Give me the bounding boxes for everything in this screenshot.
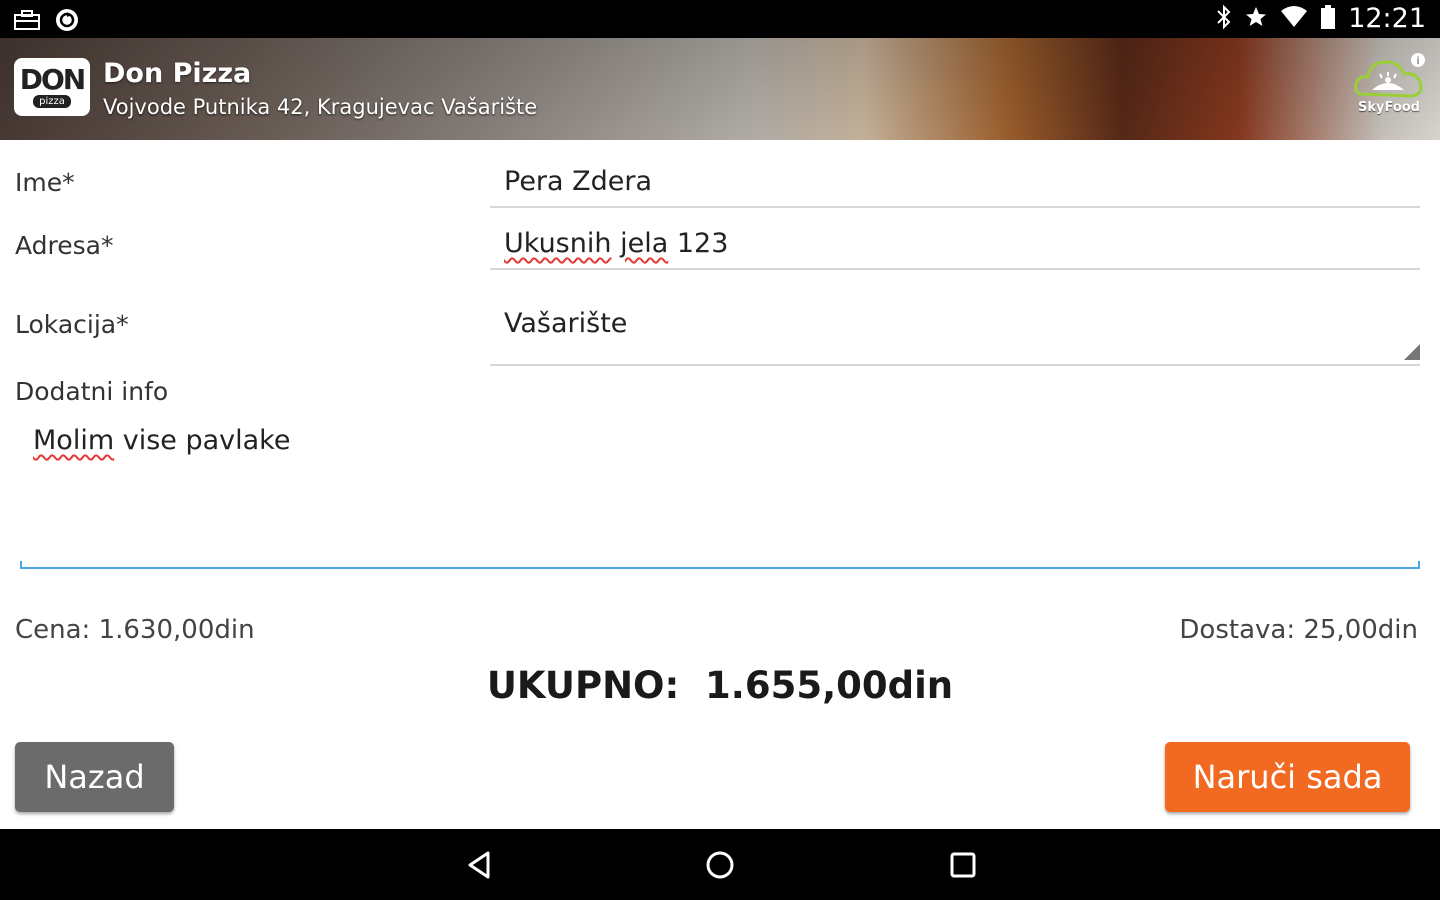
home-icon[interactable] <box>702 847 738 883</box>
name-value: Pera Zdera <box>504 166 653 197</box>
order-now-button[interactable]: Naruči sada <box>1165 742 1410 812</box>
restaurant-name: Don Pizza <box>103 58 252 89</box>
price-text: Cena: 1.630,00din <box>15 615 255 645</box>
restaurant-address: Vojvode Putnika 42, Kragujevac Vašarište <box>103 95 538 119</box>
logo-sub-text: pizza <box>33 95 71 108</box>
address-label: Adresa* <box>15 231 114 260</box>
info-label: Dodatni info <box>15 377 169 406</box>
info-word: vise pavlake <box>122 425 291 456</box>
info-textarea-value[interactable]: Molim vise pavlake <box>33 425 290 456</box>
navigation-bar <box>0 829 1440 900</box>
location-dropdown[interactable]: Vašarište <box>490 290 1420 366</box>
skyfood-label: SkyFood <box>1357 100 1420 115</box>
logo-main-text: DON <box>19 63 86 96</box>
address-word-misspelled: jela <box>620 228 669 259</box>
dropdown-triangle-icon <box>1404 344 1420 360</box>
bluetooth-icon <box>1216 4 1232 34</box>
address-word-misspelled: Ukusnih <box>504 228 612 259</box>
back-button[interactable]: Nazad <box>15 742 174 812</box>
name-label: Ime* <box>15 168 75 197</box>
briefcase-icon <box>14 9 40 35</box>
wifi-icon <box>1280 5 1308 33</box>
info-textarea-underline <box>20 561 1420 569</box>
location-value: Vašarište <box>504 308 628 339</box>
address-field[interactable]: Ukusnih jela 123 <box>490 216 1420 270</box>
delivery-text: Dostava: 25,00din <box>1179 615 1418 645</box>
address-word: 123 <box>676 228 729 259</box>
restaurant-header: DON pizza Don Pizza Vojvode Putnika 42, … <box>0 38 1440 140</box>
skyfood-badge[interactable]: i SkyFood <box>1350 50 1428 122</box>
address-value: Ukusnih jela 123 <box>504 228 728 259</box>
total-value: UKUPNO: 1.655,00din <box>486 664 954 707</box>
recents-icon[interactable] <box>945 847 981 883</box>
clock: 12:21 <box>1348 3 1426 34</box>
battery-icon <box>1320 4 1336 34</box>
star-icon <box>1244 5 1268 33</box>
total-text: UKUPNO: 1.655,00din <box>0 664 1440 707</box>
location-label: Lokacija* <box>15 310 129 339</box>
sync-icon <box>54 7 80 37</box>
svg-text:i: i <box>1417 56 1420 67</box>
back-icon[interactable] <box>462 847 498 883</box>
restaurant-logo: DON pizza <box>14 58 90 116</box>
name-field[interactable]: Pera Zdera <box>490 152 1420 208</box>
status-bar: 12:21 <box>0 0 1440 38</box>
info-word-misspelled: Molim <box>33 425 115 456</box>
